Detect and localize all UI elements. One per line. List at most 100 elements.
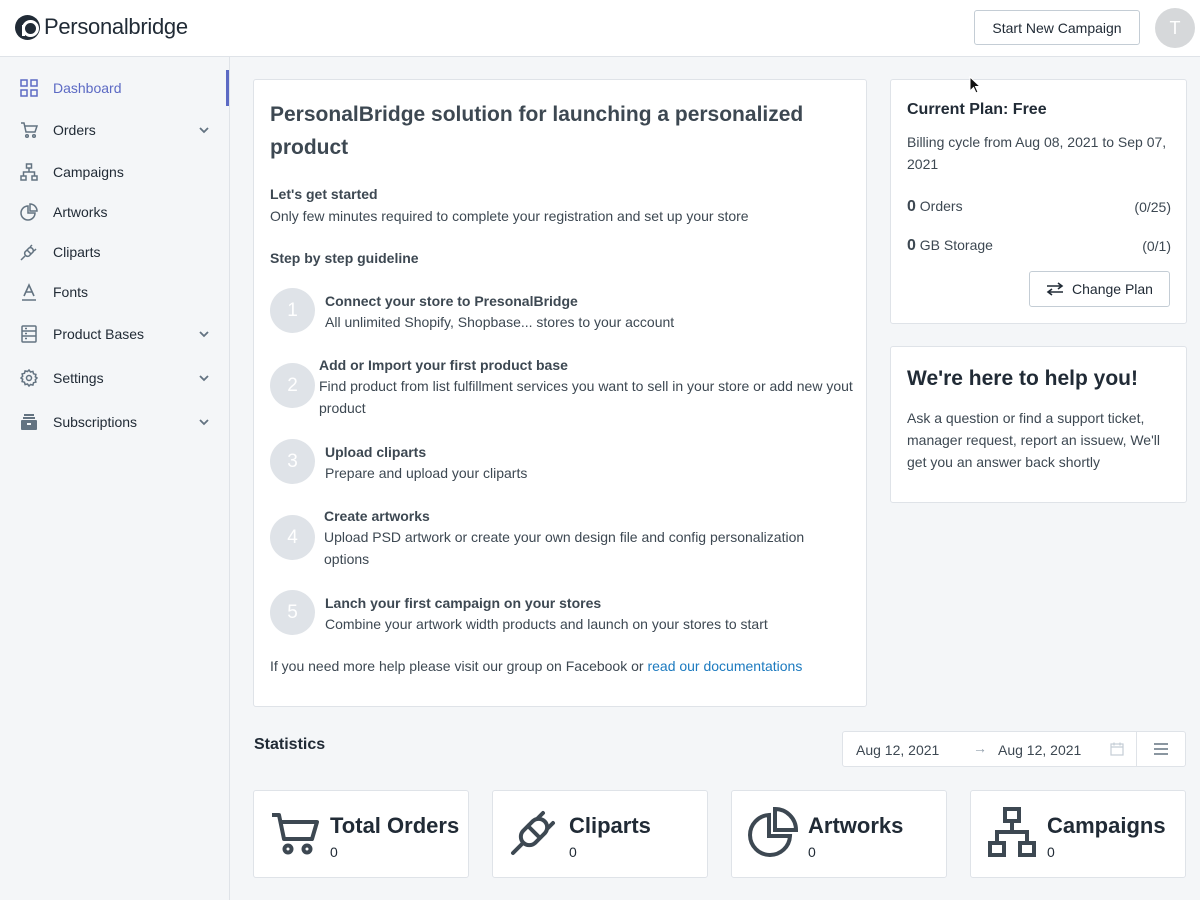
chevron-down-icon [199,419,209,426]
step-desc: Prepare and upload your cliparts [325,465,528,481]
logo[interactable]: Personalbridge [15,14,188,40]
cart-icon [21,122,38,139]
plug-icon [20,244,37,261]
calendar-icon [1110,742,1124,756]
support-text: Ask a question or find a support ticket,… [907,410,1160,470]
start-new-campaign-button[interactable]: Start New Campaign [974,10,1140,45]
sidebar-item-label: Artworks [53,204,108,220]
stat-name: Cliparts [569,813,651,838]
storage-label: GB Storage [919,237,993,253]
stat-card-cliparts[interactable]: Cliparts 0 [492,790,708,878]
swap-icon [1046,282,1064,296]
storage-count: 0 [907,237,916,254]
sidebar-item-label: Campaigns [53,164,124,180]
stat-value: 0 [569,844,577,860]
support-card: We're here to help you! Ask a question o… [890,346,1187,503]
subscription-icon [21,414,37,430]
current-plan-card: Current Plan: Free Billing cycle from Au… [890,79,1187,324]
sidebar-item-campaigns[interactable]: Campaigns [0,154,229,190]
chevron-down-icon [199,331,209,338]
statistics-title: Statistics [254,736,326,753]
pie-chart-icon [748,807,798,857]
date-from[interactable]: Aug 12, 2021 [856,742,939,758]
step-number: 2 [270,363,315,408]
sidebar-item-label: Orders [53,122,96,138]
stat-card-campaigns[interactable]: Campaigns 0 [970,790,1186,878]
top-bar: Personalbridge Start New Campaign T [0,0,1200,57]
orders-quota: (0/25) [1134,199,1171,215]
sidebar-item-dashboard[interactable]: Dashboard [0,70,229,106]
sidebar-item-label: Dashboard [53,80,122,96]
storage-usage: 0 GB Storage (0/1) [907,237,1171,255]
gear-icon [20,369,38,387]
sidebar: Dashboard Orders Campaigns Artworks Clip… [0,57,230,900]
support-title: We're here to help you! [907,367,1138,390]
guideline-heading: Step by step guideline [270,250,419,266]
change-plan-button[interactable]: Change Plan [1029,271,1170,307]
date-range-picker[interactable]: Aug 12, 2021 → Aug 12, 2021 [842,731,1137,767]
storage-quota: (0/1) [1142,238,1171,254]
arrow-right-icon: → [973,740,987,756]
stat-name: Campaigns [1047,813,1166,838]
step-title: Add or Import your first product base [319,357,568,373]
avatar[interactable]: T [1155,8,1195,48]
step-number: 4 [270,515,315,560]
step-number: 1 [270,288,315,333]
step-title: Upload cliparts [325,444,427,460]
sidebar-item-artworks[interactable]: Artworks [0,194,229,230]
font-icon [22,283,36,301]
step-desc: Find product from list fulfillment servi… [319,378,853,416]
cart-icon [272,813,319,855]
stat-name: Total Orders [330,813,460,838]
sidebar-item-label: Cliparts [53,244,101,260]
sidebar-item-subscriptions[interactable]: Subscriptions [0,404,229,440]
stat-card-total-orders[interactable]: Total Orders 0 [253,790,469,878]
menu-button[interactable] [1136,731,1186,767]
sidebar-item-label: Product Bases [53,326,145,342]
billing-cycle: Billing cycle from Aug 08, 2021 to Sep 0… [907,134,1167,172]
sidebar-item-settings[interactable]: Settings [0,360,229,396]
step-desc: All unlimited Shopify, Shopbase... store… [325,314,675,330]
pie-chart-icon [20,203,38,221]
orders-usage: 0 Orders (0/25) [907,198,1171,216]
chevron-down-icon [199,375,209,382]
sidebar-item-label: Subscriptions [53,414,138,430]
chevron-down-icon [199,127,209,134]
stat-card-artworks[interactable]: Artworks 0 [731,790,947,878]
step-desc: Combine your artwork width products and … [325,616,768,632]
step-number: 5 [270,590,315,635]
sidebar-item-label: Settings [53,370,104,386]
logo-icon [15,14,40,40]
sidebar-item-orders[interactable]: Orders [0,112,229,148]
step-number: 3 [270,439,315,484]
orders-count: 0 [907,198,916,215]
sidebar-item-product-bases[interactable]: Product Bases [0,316,229,352]
sitemap-icon [20,163,38,181]
plug-icon [511,811,555,855]
change-plan-label: Change Plan [1072,281,1153,297]
sidebar-item-label: Fonts [53,284,89,300]
stat-value: 0 [330,844,338,860]
step-title: Connect your store to PresonalBridge [325,293,578,309]
stat-name: Artworks [808,813,904,838]
database-icon [21,325,37,343]
help-text: If you need more help please visit our g… [270,658,648,674]
help-line: If you need more help please visit our g… [270,658,802,674]
documentation-link[interactable]: read our documentations [647,658,802,674]
step-title: Lanch your first campaign on your stores [325,595,602,611]
orders-label: Orders [919,198,963,214]
guide-title: PersonalBridge solution for launching a … [270,103,804,159]
get-started-desc: Only few minutes required to complete yo… [270,208,749,224]
step-title: Create artworks [324,508,430,524]
stat-value: 0 [808,844,816,860]
date-to[interactable]: Aug 12, 2021 [998,742,1081,758]
sidebar-item-fonts[interactable]: Fonts [0,274,229,310]
get-started-heading: Let's get started [270,186,378,202]
stat-value: 0 [1047,844,1055,860]
grid-icon [20,79,38,97]
logo-text: Personalbridge [44,14,188,39]
sidebar-item-cliparts[interactable]: Cliparts [0,234,229,270]
step-desc: Upload PSD artwork or create your own de… [324,529,805,567]
sitemap-icon [988,807,1036,857]
getting-started-card: PersonalBridge solution for launching a … [253,79,867,707]
